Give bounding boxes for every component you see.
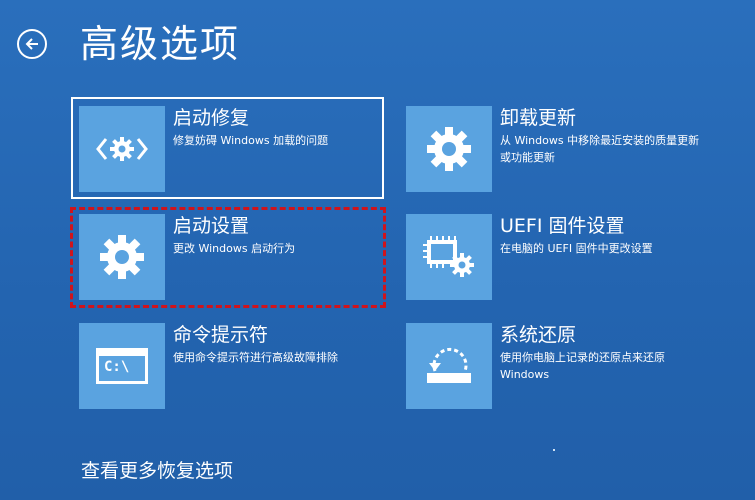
option-description: 从 Windows 中移除最近安装的质量更新或功能更新 xyxy=(500,134,700,164)
back-arrow-icon xyxy=(25,38,38,50)
option-command-prompt[interactable]: C:\ 命令提示符 使用命令提示符进行高级故障排除 xyxy=(79,323,379,409)
gear-icon xyxy=(427,127,471,171)
command-prompt-icon-text: C:\ xyxy=(104,359,130,375)
option-description: 使用你电脑上记录的还原点来还原 Windows xyxy=(500,351,665,381)
option-startup-settings[interactable]: 启动设置 更改 Windows 启动行为 xyxy=(79,214,379,300)
option-label: 命令提示符 xyxy=(173,324,269,346)
option-label: 启动修复 xyxy=(173,107,250,129)
option-tile xyxy=(406,214,492,300)
more-recovery-options-link[interactable]: 查看更多恢复选项 xyxy=(81,456,233,483)
option-tile xyxy=(79,106,165,192)
option-description: 使用命令提示符进行高级故障排除 xyxy=(173,351,338,364)
command-prompt-icon: C:\ xyxy=(96,348,148,384)
decorative-dot xyxy=(553,449,555,451)
option-description: 修复妨碍 Windows 加载的问题 xyxy=(173,134,329,147)
system-restore-icon xyxy=(427,348,471,383)
option-tile: C:\ xyxy=(79,323,165,409)
option-uefi-firmware[interactable]: UEFI 固件设置 在电脑的 UEFI 固件中更改设置 xyxy=(406,214,706,300)
option-label: 系统还原 xyxy=(500,324,577,346)
option-description: 在电脑的 UEFI 固件中更改设置 xyxy=(500,242,653,255)
gear-icon xyxy=(100,235,144,279)
page-title: 高级选项 xyxy=(80,22,241,66)
option-label: 启动设置 xyxy=(173,215,250,237)
option-description: 更改 Windows 启动行为 xyxy=(173,242,296,255)
startup-repair-icon xyxy=(96,137,148,161)
option-label: 卸载更新 xyxy=(500,107,577,129)
option-startup-repair[interactable]: 启动修复 修复妨碍 Windows 加载的问题 xyxy=(79,106,379,192)
firmware-chip-gear-icon xyxy=(423,236,474,277)
option-tile xyxy=(406,106,492,192)
option-uninstall-updates[interactable]: 卸载更新 从 Windows 中移除最近安装的质量更新或功能更新 xyxy=(406,106,706,192)
option-tile xyxy=(406,323,492,409)
option-tile xyxy=(79,214,165,300)
option-system-restore[interactable]: 系统还原 使用你电脑上记录的还原点来还原 Windows xyxy=(406,323,706,409)
option-label: UEFI 固件设置 xyxy=(500,215,625,237)
back-button[interactable] xyxy=(17,29,47,59)
